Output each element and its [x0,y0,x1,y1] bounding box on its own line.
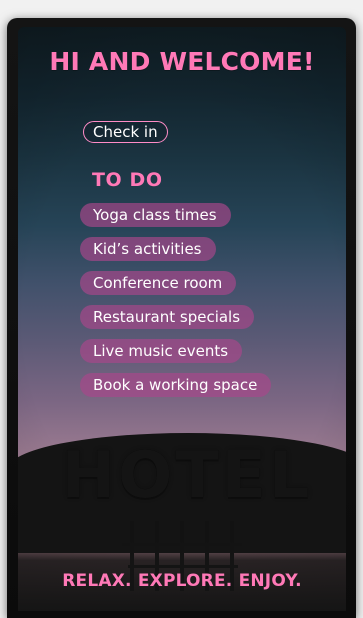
todo-row: Book a working space [80,373,340,407]
footer-tagline: RELAX. EXPLORE. ENJOY. [62,571,302,591]
stage: HI AND WELCOME! Check in TO DO Yoga clas… [0,0,363,618]
todo-row: Restaurant specials [80,305,340,339]
kiosk-screen: HI AND WELCOME! Check in TO DO Yoga clas… [18,27,346,611]
todo-title: TO DO [92,169,163,191]
todo-list: Yoga class times Kid’s activities Confer… [80,203,340,407]
todo-row: Yoga class times [80,203,340,237]
todo-restaurant-specials-button[interactable]: Restaurant specials [80,305,255,329]
todo-live-music-events-button[interactable]: Live music events [80,339,243,363]
todo-row: Kid’s activities [80,237,340,271]
todo-conference-room-button[interactable]: Conference room [80,271,237,295]
todo-kids-activities-button[interactable]: Kid’s activities [80,237,216,261]
todo-row: Live music events [80,339,340,373]
hotel-sign-text: HOTEL [61,439,313,513]
welcome-title: HI AND WELCOME! [49,47,315,76]
todo-row: Conference room [80,271,340,305]
check-in-button[interactable]: Check in [83,121,168,143]
todo-yoga-class-times-button[interactable]: Yoga class times [80,203,231,227]
todo-book-working-space-button[interactable]: Book a working space [80,373,272,397]
